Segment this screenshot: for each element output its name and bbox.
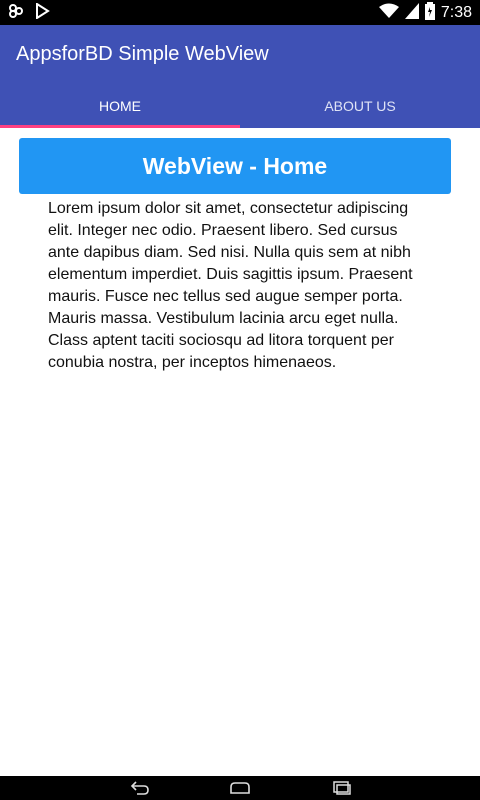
- status-right-icons: 7:38: [378, 2, 472, 24]
- status-left-icons: [8, 2, 50, 23]
- status-time: 7:38: [440, 4, 472, 21]
- play-store-icon: [34, 2, 50, 23]
- webview-body-text: Lorem ipsum dolor sit amet, consectetur …: [48, 200, 413, 371]
- home-icon[interactable]: [228, 780, 252, 796]
- webview-heading: WebView - Home: [19, 138, 451, 194]
- tab-bar: HOME ABOUT US: [0, 83, 480, 128]
- battery-icon: [424, 2, 435, 24]
- app-title: AppsforBD Simple WebView: [16, 43, 269, 65]
- status-bar: 7:38: [0, 0, 480, 25]
- tab-about-us[interactable]: ABOUT US: [240, 83, 480, 128]
- notification-icon: [8, 3, 24, 23]
- tab-about-us-label: ABOUT US: [324, 97, 396, 114]
- recents-icon[interactable]: [330, 780, 354, 796]
- navigation-bar: [0, 776, 480, 800]
- back-icon[interactable]: [128, 780, 152, 796]
- wifi-icon: [378, 3, 399, 23]
- app-bar: AppsforBD Simple WebView HOME ABOUT US: [0, 25, 480, 128]
- signal-icon: [404, 3, 419, 23]
- tab-home-label: HOME: [99, 97, 141, 114]
- tab-selected-indicator: [0, 125, 240, 128]
- tab-home[interactable]: HOME: [0, 83, 240, 128]
